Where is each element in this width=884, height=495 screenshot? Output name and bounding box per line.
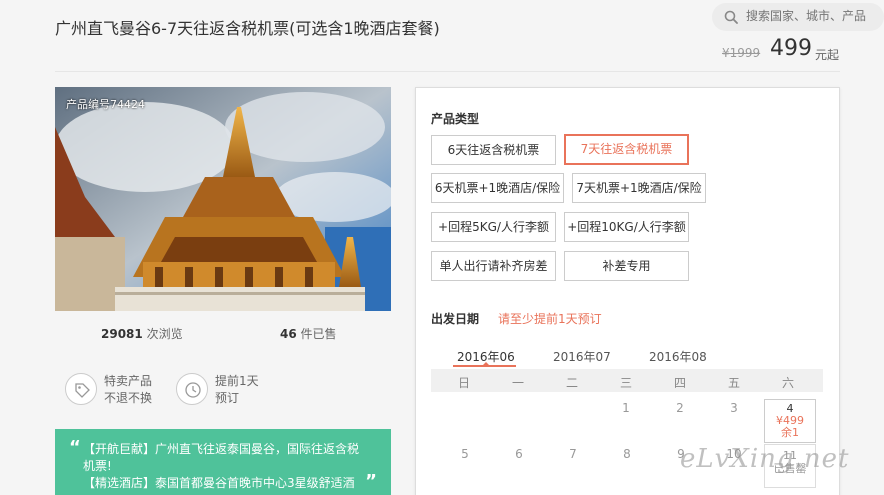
original-price: ¥1999	[722, 46, 761, 60]
departure-date-label: 出发日期	[431, 312, 480, 326]
option-price-difference[interactable]: 补差专用	[564, 251, 689, 281]
temple-image	[55, 87, 391, 311]
header-divider	[55, 71, 840, 72]
option-7day-ticket[interactable]: 7天往返含税机票	[564, 134, 689, 165]
clock-icon	[176, 373, 208, 405]
search-icon[interactable]	[724, 10, 738, 24]
feature-special-line1: 特卖产品	[104, 374, 153, 388]
page-title: 广州直飞曼谷6-7天往返含税机票(可选含1晚酒店套餐)	[55, 19, 440, 38]
tab-month-2016-07[interactable]: 2016年07	[553, 348, 611, 365]
feature-special-line2: 不退不换	[104, 391, 153, 405]
feature-advance-line1: 提前1天	[215, 374, 259, 388]
calendar-day: 6	[515, 447, 523, 461]
promo-line2: 机票!	[83, 459, 112, 473]
calendar-day: 1	[622, 401, 630, 415]
option-luggage-10kg[interactable]: +回程10KG/人行李额	[564, 212, 689, 242]
sold-stat: 46 件已售	[280, 325, 337, 342]
calendar-day: 2	[676, 401, 684, 415]
views-stat: 29081 次浏览	[101, 325, 183, 342]
price-unit: 元起	[815, 48, 840, 62]
feature-special: 特卖产品 不退不换	[104, 373, 152, 407]
weekday-thu: 四	[673, 376, 686, 390]
promo-line3: 【精选酒店】泰国首都曼谷首晚市中心3星级舒适酒	[83, 476, 355, 490]
quote-open-icon: “	[69, 437, 81, 458]
promo-box: “ 【开航巨献】广州直飞往返泰国曼谷，国际往返含税 机票! 【精选酒店】泰国首都…	[55, 429, 391, 495]
tab-month-2016-08[interactable]: 2016年08	[649, 348, 707, 365]
weekday-fri: 五	[727, 376, 740, 390]
calendar-day: 8	[623, 447, 631, 461]
weekday-mon: 一	[511, 376, 524, 390]
sold-label: 件已售	[300, 327, 337, 341]
sold-count: 46	[280, 327, 297, 341]
calendar-day: 5	[461, 447, 469, 461]
caret-up-icon	[482, 362, 490, 366]
current-price: 499	[770, 36, 812, 61]
option-7day-hotel[interactable]: 7天机票+1晚酒店/保险	[572, 173, 706, 203]
tag-icon	[65, 373, 97, 405]
calendar-day: 3	[730, 401, 738, 415]
product-type-label: 产品类型	[431, 112, 480, 126]
weekday-sat: 六	[781, 376, 794, 390]
promo-line1: 【开航巨献】广州直飞往返泰国曼谷，国际往返含税	[83, 442, 360, 456]
feature-advance: 提前1天 预订	[215, 373, 259, 407]
day-remaining: 余1	[781, 426, 799, 439]
views-label: 次浏览	[146, 327, 183, 341]
option-luggage-5kg[interactable]: +回程5KG/人行李额	[431, 212, 556, 242]
calendar-day-available[interactable]: 4 ¥499 余1	[764, 399, 816, 443]
calendar-day: 7	[569, 447, 577, 461]
weekday-sun: 日	[457, 376, 470, 390]
watermark: eLvXing.net	[680, 444, 850, 474]
product-photo[interactable]	[55, 87, 391, 311]
search-input[interactable]	[746, 9, 881, 23]
product-number: 产品编号74424	[66, 98, 145, 111]
feature-advance-line2: 预订	[215, 391, 240, 405]
weekday-wed: 三	[619, 376, 632, 390]
departure-note: 请至少提前1天预订	[498, 312, 602, 326]
views-count: 29081	[101, 327, 143, 341]
option-single-supplement[interactable]: 单人出行请补齐房差	[431, 251, 556, 281]
option-6day-hotel[interactable]: 6天机票+1晚酒店/保险	[431, 173, 564, 203]
quote-close-icon: ”	[365, 471, 377, 492]
weekday-tue: 二	[565, 376, 578, 390]
option-6day-ticket[interactable]: 6天往返含税机票	[431, 135, 556, 165]
search-box[interactable]	[712, 3, 884, 31]
